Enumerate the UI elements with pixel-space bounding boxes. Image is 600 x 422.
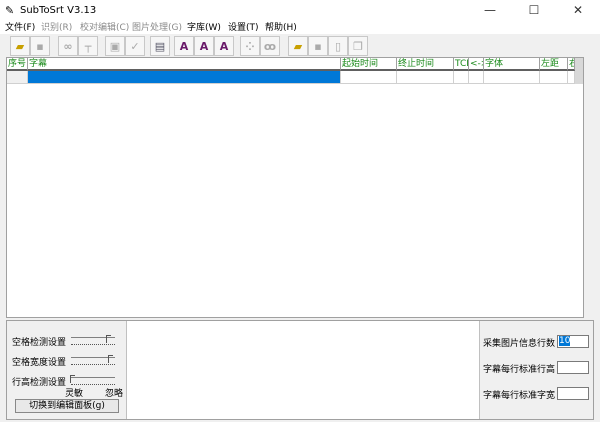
slider-track <box>71 377 115 378</box>
close-button[interactable]: ✕ <box>556 0 600 22</box>
font-remove-icon: A <box>219 39 229 53</box>
grid-cell[interactable] <box>28 71 341 84</box>
slider-thumb[interactable] <box>70 375 75 383</box>
column-header[interactable]: 右 <box>568 58 575 71</box>
title-bar: ✎ SubToSrt V3.13 — ☐ ✕ <box>0 0 600 22</box>
toolbar-button: ┬ <box>78 36 98 56</box>
page-icon: ▯ <box>334 39 342 53</box>
open-folder-icon: ▰ <box>293 39 303 53</box>
bottom-panel: 空格检测设置 空格宽度设置 行高检测设置 灵敏 忽略 切换到编辑面板(g) 采集图片信息行… <box>6 320 594 420</box>
column-header[interactable]: 字幕 <box>28 58 341 71</box>
column-header[interactable]: <-> <box>469 58 484 71</box>
save-icon: ▪ <box>36 39 44 53</box>
binoculars-icon: ꝏ <box>263 39 277 53</box>
toolbar-button: ∞ <box>58 36 78 56</box>
field-label: 采集图片信息行数 <box>483 339 556 349</box>
save-icon: ▪ <box>314 39 322 53</box>
menu-item: 识别(R) <box>41 23 73 33</box>
grid-cell[interactable] <box>341 71 397 84</box>
slider-ticks <box>71 344 115 346</box>
column-header[interactable]: TCP <box>454 58 469 71</box>
ruler-icon: ┬ <box>84 39 92 53</box>
image-info-panel: 采集图片信息行数 10 字幕每行标准行高 字幕每行标准字宽 <box>479 321 593 419</box>
subtitle-grid[interactable]: 序号字幕起始时间终止时间TCP<->字体左距右 <box>6 57 584 318</box>
copy-icon: ❐ <box>353 39 363 53</box>
toolbar-button: ✓ <box>125 36 145 56</box>
app-icon: ✎ <box>5 4 15 17</box>
menu-item[interactable]: 帮助(H) <box>265 22 297 34</box>
window-title: SubToSrt V3.13 <box>20 5 97 16</box>
check-icon: ✓ <box>130 39 140 53</box>
column-header[interactable]: 起始时间 <box>341 58 397 71</box>
field-input[interactable]: 10 <box>557 335 589 348</box>
toolbar-button: ▣ <box>105 36 125 56</box>
field-label: 字幕每行标准字宽 <box>483 391 556 401</box>
column-header[interactable]: 左距 <box>540 58 568 71</box>
grid-scroll-edge <box>575 58 583 84</box>
toolbar-button[interactable]: A <box>174 36 194 56</box>
switch-panel-button[interactable]: 切换到编辑面板(g) <box>15 399 119 413</box>
toolbar-button: ▯ <box>328 36 348 56</box>
grid-cell[interactable] <box>484 71 540 84</box>
toolbar-button: ꝏ <box>260 36 280 56</box>
detection-settings-panel: 空格检测设置 空格宽度设置 行高检测设置 灵敏 忽略 切换到编辑面板(g) <box>7 321 127 419</box>
settings-doc-icon: ▤ <box>154 39 166 53</box>
slider-label: 行高检测设置 <box>12 378 67 388</box>
menu-item: 图片处理(G) <box>132 23 182 33</box>
slider-thumb[interactable] <box>106 335 111 343</box>
slider-min-label: 灵敏 <box>65 389 84 399</box>
slider-max-label: 忽略 <box>105 389 124 399</box>
grid-cell[interactable] <box>568 71 575 84</box>
toolbar-button: ▪ <box>30 36 50 56</box>
toolbar-button[interactable]: ▰ <box>10 36 30 56</box>
field-value-selected: 10 <box>559 336 571 346</box>
menu-item[interactable]: 设置(T) <box>228 22 259 34</box>
font-add-icon: A <box>199 39 209 53</box>
menu-item[interactable]: 文件(F) <box>5 22 35 34</box>
grid-cell[interactable] <box>469 71 484 84</box>
grid-cell[interactable] <box>540 71 568 84</box>
minimize-button[interactable]: — <box>468 0 512 22</box>
toolbar-button: ❐ <box>348 36 368 56</box>
slider[interactable] <box>69 355 117 367</box>
font-icon: A <box>179 39 189 53</box>
toolbar-button[interactable]: A <box>214 36 234 56</box>
toolbar-button: ⁘ <box>240 36 260 56</box>
field-label: 字幕每行标准行高 <box>483 365 556 375</box>
toolbar: ▰ ▪ ∞ ┬ ▣ ✓ ▤ A A A ⁘ ꝏ ▰ ▪ ▯ ❐ <box>6 36 370 56</box>
column-header[interactable]: 字体 <box>484 58 540 71</box>
field-input[interactable] <box>557 387 589 400</box>
menu-bar: 文件(F) 识别(R) 校对编辑(C) 图片处理(G) 字库(W) 设置(T) 帮助(H) <box>0 22 600 34</box>
slider-ticks <box>71 364 115 366</box>
slider-label: 空格检测设置 <box>12 338 67 348</box>
slider[interactable] <box>69 335 117 347</box>
open-folder-icon: ▰ <box>15 39 25 53</box>
slider-thumb[interactable] <box>108 355 113 363</box>
menu-item[interactable]: 字库(W) <box>187 22 221 34</box>
toolbar-button: ▪ <box>308 36 328 56</box>
column-header[interactable]: 终止时间 <box>397 58 454 71</box>
grid-cell[interactable] <box>7 71 28 84</box>
grid-cell[interactable] <box>454 71 469 84</box>
glasses-icon: ∞ <box>63 39 73 53</box>
maximize-button[interactable]: ☐ <box>512 0 556 22</box>
field-input[interactable] <box>557 361 589 374</box>
menu-item: 校对编辑(C) <box>80 23 130 33</box>
select-dots-icon: ⁘ <box>245 39 255 53</box>
toolbar-button[interactable]: ▤ <box>150 36 170 56</box>
grid-cell[interactable] <box>397 71 454 84</box>
image-icon: ▣ <box>109 39 121 53</box>
column-header[interactable]: 序号 <box>7 58 28 71</box>
toolbar-button[interactable]: ▰ <box>288 36 308 56</box>
toolbar-button[interactable]: A <box>194 36 214 56</box>
slider-label: 空格宽度设置 <box>12 358 67 368</box>
